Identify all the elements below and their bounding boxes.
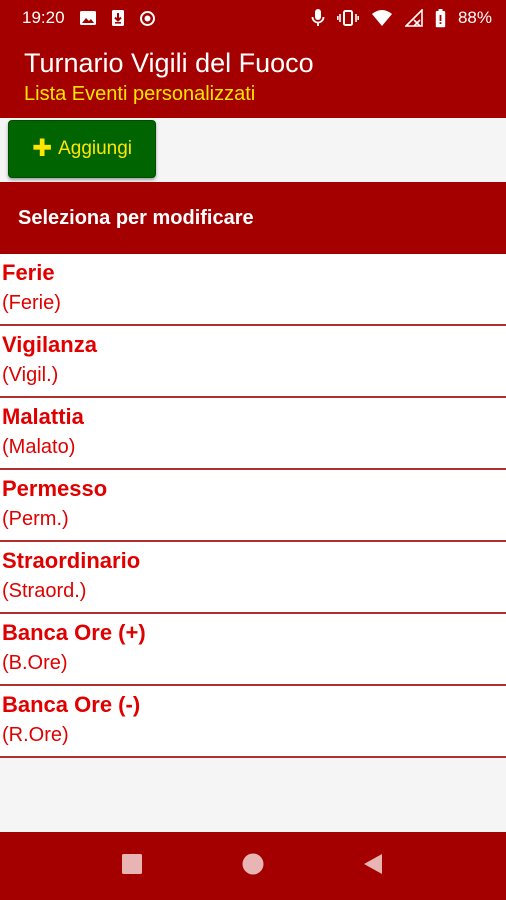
list-item[interactable]: Malattia (Malato) [0,398,506,470]
event-abbr: (Malato) [2,436,76,458]
microphone-icon [311,8,325,28]
recents-square-icon [121,853,143,880]
vibrate-icon [336,9,359,27]
event-abbr: (Perm.) [2,508,69,530]
wifi-icon [371,9,393,27]
clock: 19:20 [22,8,65,27]
toolbar: ✚ Aggiungi [0,118,506,182]
event-abbr: (Ferie) [2,292,61,314]
event-abbr: (Straord.) [2,580,87,602]
navigation-bar [0,832,506,900]
app-bar: Turnario Vigili del Fuoco Lista Eventi p… [0,36,506,118]
list-item[interactable]: Vigilanza (Vigil.) [0,326,506,398]
list-item[interactable]: Banca Ore (-) (R.Ore) [0,686,506,758]
image-notification-icon [79,9,97,27]
event-name: Banca Ore (+) [2,620,146,645]
app-subtitle: Lista Eventi personalizzati [24,83,256,105]
back-button[interactable] [333,832,413,900]
add-button[interactable]: ✚ Aggiungi [8,120,156,178]
plus-icon: ✚ [31,135,53,162]
event-name: Malattia [2,404,84,429]
add-button-label: Aggiungi [58,138,133,159]
event-list: Ferie (Ferie) Vigilanza (Vigil.) Malatti… [0,254,506,832]
event-name: Vigilanza [2,332,97,357]
section-header: Seleziona per modificare [0,182,506,254]
event-name: Permesso [2,476,108,501]
list-item[interactable]: Ferie (Ferie) [0,254,506,326]
home-button[interactable] [213,832,293,900]
list-item[interactable]: Straordinario (Straord.) [0,542,506,614]
recents-button[interactable] [92,832,172,900]
record-notification-icon [139,10,156,27]
home-circle-icon [241,852,265,881]
status-bar: 19:20 88% [0,0,506,36]
event-name: Straordinario [2,548,141,573]
list-item[interactable]: Permesso (Perm.) [0,470,506,542]
download-notification-icon [111,9,125,27]
event-abbr: (B.Ore) [2,652,68,674]
event-abbr: (Vigil.) [2,364,59,386]
list-item[interactable]: Banca Ore (+) (B.Ore) [0,614,506,686]
back-triangle-icon [362,852,384,881]
app-title: Turnario Vigili del Fuoco [24,48,314,78]
event-name: Ferie [2,260,55,285]
signal-icon [404,9,423,27]
event-abbr: (R.Ore) [2,724,69,746]
battery-percentage: 88% [457,8,492,27]
event-name: Banca Ore (-) [2,692,141,717]
battery-icon [435,8,446,28]
